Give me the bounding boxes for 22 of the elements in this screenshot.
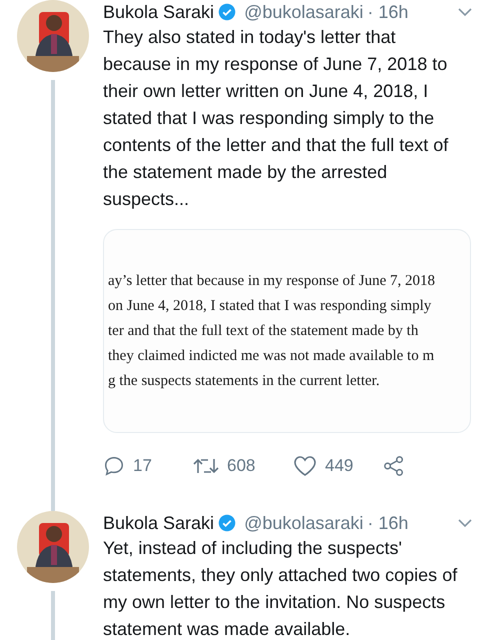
tweet-time: · 16h bbox=[367, 1, 408, 24]
author-handle[interactable]: @bukolasaraki bbox=[244, 510, 364, 534]
retweet-count: 608 bbox=[227, 455, 256, 477]
reply-icon[interactable] bbox=[103, 454, 125, 477]
document-line: ay’s letter that because in my response of June 7, 2018 bbox=[108, 272, 436, 290]
chevron-down-icon[interactable] bbox=[457, 518, 473, 528]
author-name[interactable]: Bukola Saraki bbox=[103, 510, 214, 534]
document-line: g the suspects statements in the current letter. bbox=[108, 372, 381, 390]
chevron-down-icon[interactable] bbox=[457, 7, 473, 17]
tweet-text: Yet, instead of including the suspects' statements, they only attached two copies of my own letter to the invitation. No suspects statement was made available. bbox=[103, 536, 458, 640]
document-line: they claimed indicted me was not made available to m bbox=[108, 346, 436, 366]
tweet-time: · 16h bbox=[367, 512, 408, 534]
author-name[interactable]: Bukola Saraki bbox=[103, 0, 214, 24]
reply-count: 17 bbox=[133, 455, 152, 477]
heart-icon[interactable] bbox=[293, 454, 317, 477]
share-icon[interactable] bbox=[383, 454, 405, 477]
document-line: ter and that the full text of the statement made by th bbox=[108, 322, 420, 340]
document-line: on June 4, 2018, I stated that I was responding simply bbox=[108, 296, 432, 316]
document-image[interactable] bbox=[103, 229, 471, 433]
like-count: 449 bbox=[325, 455, 354, 477]
tweet-text: They also stated in today's letter that because in my response of June 7, 2018 to their own letter written on June 4, 2018, I stated that I was responding simply to the contents of the letter and that the full text of the statement made by the arrested suspects... bbox=[103, 26, 450, 211]
author-handle[interactable]: @bukolasaraki bbox=[244, 0, 364, 24]
